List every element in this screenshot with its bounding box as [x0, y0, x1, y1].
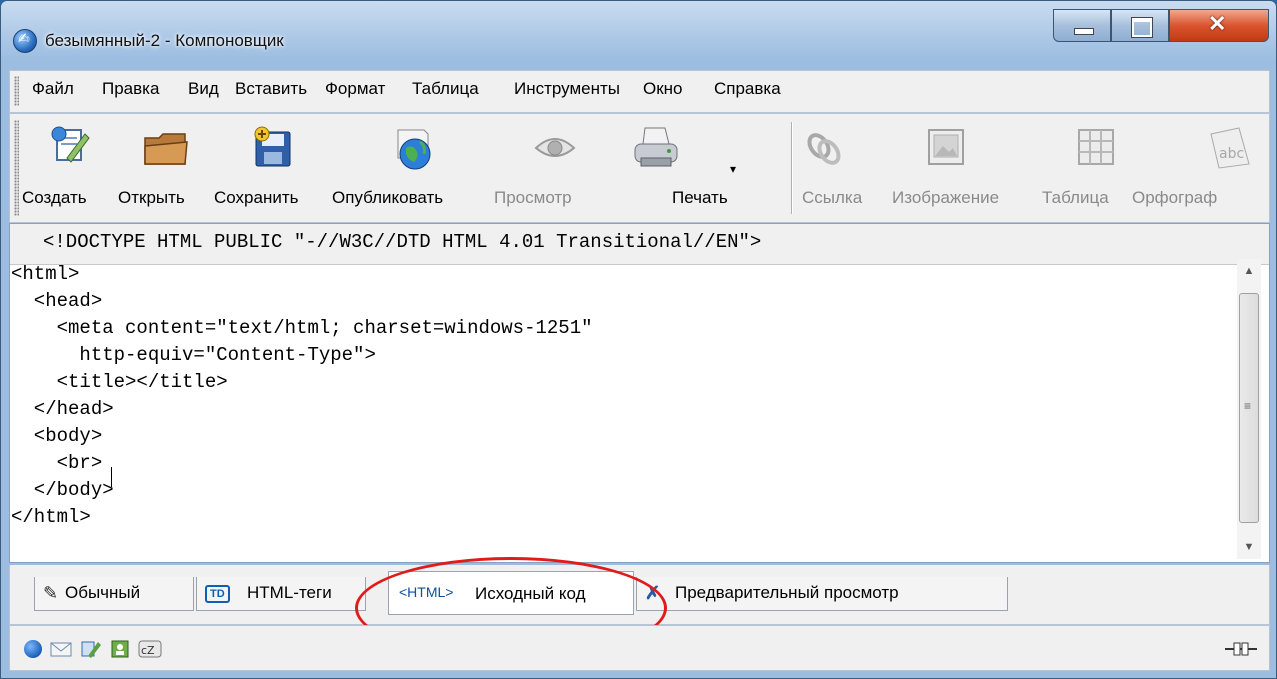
maximize-button[interactable]: [1111, 9, 1169, 42]
spellcheck-label: Орфограф: [1132, 188, 1218, 207]
menu-insert[interactable]: Вставить: [235, 79, 307, 99]
tab-normal[interactable]: ✎ Обычный: [34, 577, 194, 611]
mail-icon[interactable]: [50, 640, 72, 658]
menu-window[interactable]: Окно: [643, 79, 683, 99]
maximize-icon: [1132, 18, 1152, 37]
menu-bar: Файл Правка Вид Вставить Формат Таблица …: [9, 70, 1270, 113]
code-line-3: <meta content="text/html; charset=window…: [11, 317, 593, 339]
title-bar[interactable]: ✍ безымянный-2 - Компоновщик ✕: [1, 1, 1276, 61]
tab-normal-label: Обычный: [65, 583, 141, 602]
printer-icon: [634, 127, 678, 167]
new-document-icon: [51, 126, 90, 163]
window-title: безымянный-2 - Компоновщик: [45, 31, 284, 50]
link-label: Ссылка: [802, 188, 863, 207]
close-button[interactable]: ✕: [1169, 9, 1269, 42]
address-book-icon[interactable]: [110, 640, 132, 658]
chatzilla-icon[interactable]: cZ: [138, 640, 162, 658]
composer-app-icon[interactable]: ✍: [13, 29, 37, 53]
menu-format[interactable]: Формат: [325, 79, 385, 99]
globe-icon[interactable]: [24, 640, 42, 658]
save-label: Сохранить: [214, 188, 299, 207]
scroll-up-icon[interactable]: ▲: [1242, 265, 1256, 279]
close-icon: ✕: [1208, 11, 1227, 36]
table-icon: [1078, 129, 1114, 165]
code-line-10: </html>: [11, 506, 91, 528]
toolbar-separator: [791, 122, 793, 214]
table-button[interactable]: Таблица: [1042, 114, 1132, 220]
code-line-5: <title></title>: [11, 371, 228, 393]
code-line-8: <br>: [11, 452, 103, 474]
code-line-6: </head>: [11, 398, 114, 420]
new-label: Создать: [22, 188, 87, 207]
publish-button[interactable]: Опубликовать: [332, 114, 494, 220]
new-button[interactable]: Создать: [22, 114, 118, 220]
publish-label: Опубликовать: [332, 188, 444, 207]
td-tag-icon: TD: [205, 585, 230, 603]
print-dropdown-icon[interactable]: ▾: [730, 162, 736, 176]
tab-preview-label: Предварительный просмотр: [675, 583, 899, 602]
source-editor[interactable]: [9, 223, 1270, 563]
image-icon: [928, 129, 964, 165]
menu-view[interactable]: Вид: [188, 79, 219, 99]
link-chain-icon: [807, 133, 841, 165]
menu-file[interactable]: Файл: [32, 79, 74, 99]
print-label: Печать: [672, 188, 728, 207]
toolbar-grip[interactable]: [14, 120, 19, 216]
tab-preview[interactable]: ✗ Предварительный просмотр: [636, 577, 1008, 611]
save-button[interactable]: Сохранить: [214, 114, 332, 220]
svg-text:abc: abc: [1219, 146, 1244, 162]
preview-button[interactable]: Просмотр: [494, 114, 616, 220]
save-disk-icon: [254, 126, 291, 167]
eye-icon: [534, 138, 576, 157]
table-label: Таблица: [1042, 188, 1109, 207]
open-label: Открыть: [118, 188, 185, 207]
menu-tools[interactable]: Инструменты: [514, 79, 620, 99]
tab-html-tags[interactable]: TD HTML-теги: [196, 577, 366, 611]
code-line-9: </body>: [11, 479, 114, 501]
minimize-icon: [1074, 28, 1094, 35]
menu-table[interactable]: Таблица: [412, 79, 479, 99]
minimize-button[interactable]: [1053, 9, 1111, 42]
print-button[interactable]: ▾ Печать: [616, 114, 766, 220]
menu-edit[interactable]: Правка: [102, 79, 159, 99]
spellcheck-icon: abc: [1210, 127, 1250, 169]
code-line-7: <body>: [11, 425, 103, 447]
globe-publish-icon: [397, 129, 431, 170]
tab-html-tags-label: HTML-теги: [247, 583, 332, 602]
link-button[interactable]: Ссылка: [794, 114, 892, 220]
preview-label: Просмотр: [494, 188, 572, 207]
application-window: ✍ безымянный-2 - Компоновщик ✕ Файл Прав…: [0, 0, 1277, 679]
folder-icon: [144, 133, 188, 165]
text-cursor: [111, 467, 112, 487]
menubar-grip[interactable]: [14, 76, 19, 106]
image-label: Изображение: [892, 188, 1000, 207]
code-line-4: http-equiv="Content-Type">: [11, 344, 376, 366]
spellcheck-button[interactable]: abc Орфограф: [1132, 114, 1269, 220]
status-bar: cZ: [9, 625, 1270, 671]
image-button[interactable]: Изображение: [892, 114, 1040, 220]
menu-help[interactable]: Справка: [714, 79, 781, 99]
connection-plug-icon[interactable]: [1224, 640, 1258, 658]
open-button[interactable]: Открыть: [118, 114, 214, 220]
svg-text:cZ: cZ: [141, 644, 155, 657]
scroll-grip-icon: ≡: [1244, 399, 1252, 413]
code-line-2: <head>: [11, 290, 103, 312]
scroll-down-icon[interactable]: ▼: [1242, 541, 1256, 555]
code-line-1: <html>: [11, 263, 80, 285]
composer-icon[interactable]: [80, 640, 102, 658]
doctype-line: <!DOCTYPE HTML PUBLIC "-//W3C//DTD HTML …: [43, 231, 762, 253]
composition-toolbar: Создать Открыть Сохранить Опубликовать П…: [9, 113, 1270, 223]
pen-icon: ✎: [43, 583, 59, 603]
